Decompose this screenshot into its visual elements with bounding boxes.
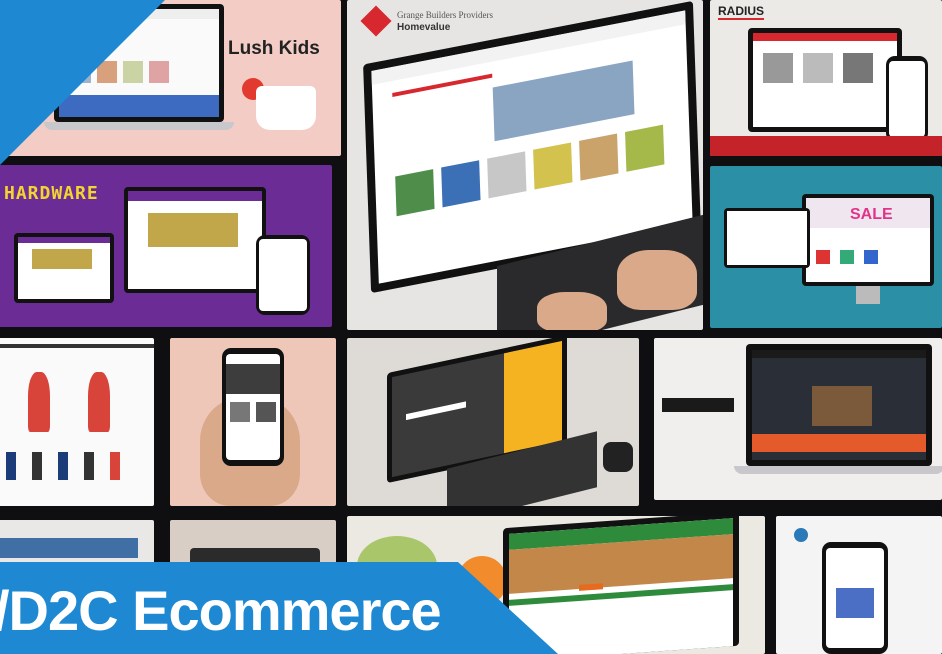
teal-laptop <box>724 208 810 268</box>
radius-tile: RADIUS <box>710 0 942 156</box>
lush-kids-brand: Lush Kids <box>228 38 320 59</box>
monitor-stand <box>856 286 880 304</box>
fashion-tile <box>0 338 154 506</box>
radius-brand: RADIUS <box>718 4 765 20</box>
mug-icon <box>256 86 316 130</box>
gym-laptop-tile <box>347 338 639 506</box>
sale-badge: SALE <box>850 206 893 223</box>
homevalue-logo-icon <box>360 5 392 37</box>
mobile-product-tile <box>776 516 942 654</box>
radius-site <box>753 33 897 127</box>
hardware-brand: HARDWARE <box>4 183 99 204</box>
model-red-dress <box>28 372 50 432</box>
radius-phone <box>886 56 928 142</box>
hardware-site <box>128 191 262 289</box>
homevalue-line1: Grange Builders Providers <box>397 10 493 20</box>
teal-store-tile: SALE <box>710 166 942 328</box>
fitness-laptop-base <box>734 466 942 474</box>
homevalue-line2: Homevalue <box>397 22 451 33</box>
radius-laptop <box>748 28 902 132</box>
hardware-tile: HARDWARE <box>0 165 332 327</box>
hardware-tablet <box>256 235 310 315</box>
hand-icon-2 <box>537 292 607 330</box>
fitness-logo <box>662 398 734 412</box>
mobile-hand-tile <box>170 338 336 506</box>
product-phone <box>822 542 888 654</box>
banner-text: /D2C Ecommerce <box>0 579 442 642</box>
product-thumb <box>58 452 68 480</box>
teal-site: SALE <box>806 198 930 282</box>
product-thumb <box>6 452 16 480</box>
homevalue-tile: Grange Builders Providers Homevalue <box>347 0 703 330</box>
fitness-tile <box>654 338 942 500</box>
model-red-dress-2 <box>88 372 110 432</box>
fitness-laptop <box>746 344 932 466</box>
mobile-site <box>226 354 280 460</box>
fashion-nav <box>0 344 154 348</box>
teal-monitor: SALE <box>802 194 934 286</box>
hand-icon <box>617 250 697 310</box>
fitness-site <box>752 350 926 460</box>
product-thumb <box>84 452 94 480</box>
desk-edge <box>710 136 942 156</box>
product-logo <box>794 528 808 542</box>
product-thumb <box>110 452 120 480</box>
product-thumb <box>32 452 42 480</box>
dumbbell-icon <box>603 442 633 472</box>
hardware-laptop <box>14 233 114 303</box>
corner-accent <box>0 0 165 165</box>
mobile-phone <box>222 348 284 466</box>
hardware-monitor <box>124 187 266 293</box>
